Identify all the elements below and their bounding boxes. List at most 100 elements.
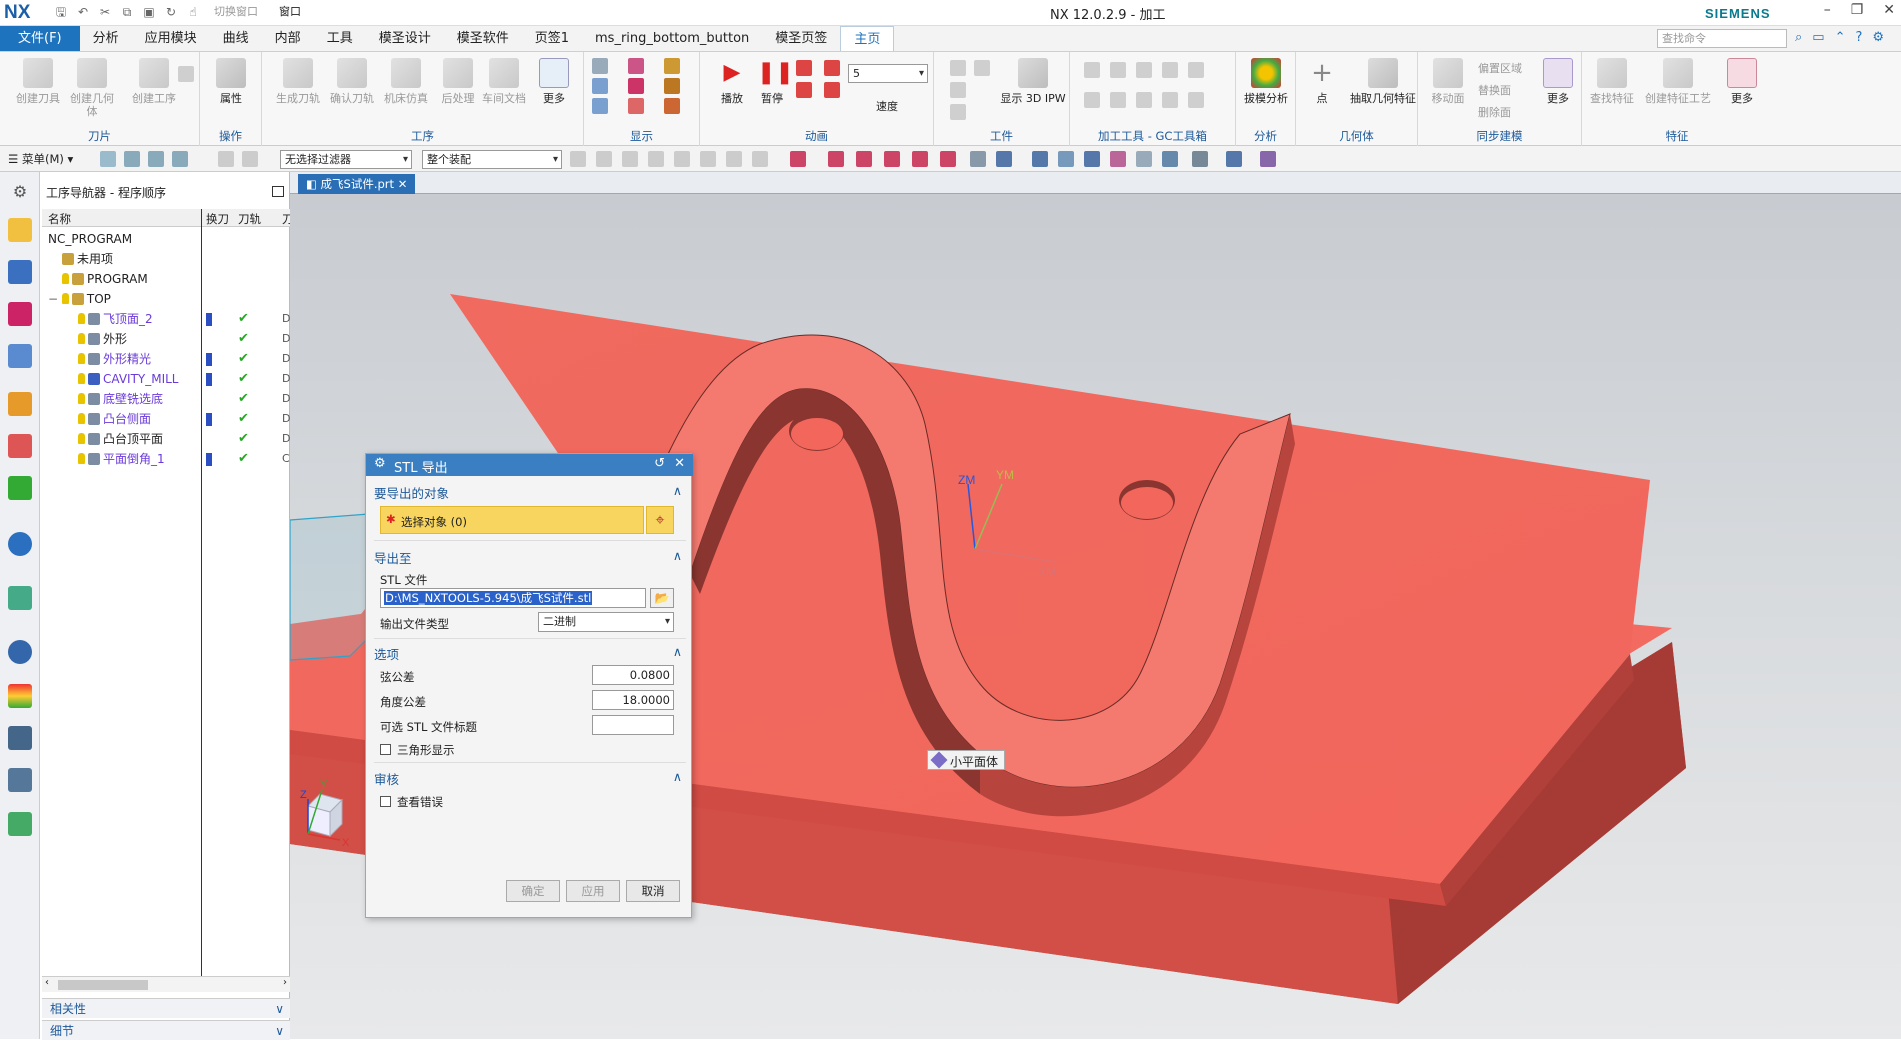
palette-icon[interactable] <box>8 684 32 708</box>
tree-row-op[interactable]: CAVITY_MILL ✔ D <box>42 369 290 389</box>
delete-face-button[interactable]: 删除面 <box>1478 104 1511 120</box>
triangle-display-checkbox[interactable] <box>380 744 391 755</box>
angle-tolerance-input[interactable]: 18.0000 <box>592 690 674 710</box>
view-icon-4[interactable] <box>1058 151 1074 167</box>
step-last-icon[interactable] <box>824 82 840 98</box>
section-check-header[interactable]: 审核 <box>374 769 686 788</box>
gc-icon-5[interactable] <box>1188 62 1204 78</box>
display-icon-6[interactable] <box>628 98 644 114</box>
tree-row-op[interactable]: 外形精光 ✔ D <box>42 349 290 369</box>
output-type-select[interactable]: 二进制 <box>538 612 674 632</box>
menu-file[interactable]: 文件(F) <box>0 26 80 51</box>
view-icon-8[interactable] <box>1162 151 1178 167</box>
process-studio-icon[interactable] <box>8 726 32 750</box>
tree-row-op[interactable]: 底壁铣选底 ✔ D <box>42 389 290 409</box>
view-icon-2[interactable] <box>996 151 1012 167</box>
geometry-view-icon[interactable] <box>8 344 32 368</box>
display-icon-8[interactable] <box>664 78 680 94</box>
snap-icon-12[interactable] <box>884 151 900 167</box>
type-filter-select[interactable]: 无选择过滤器 <box>280 150 412 169</box>
copy-icon[interactable]: ⧉ <box>118 3 136 21</box>
pause-button[interactable]: ❚❚ 暂停 <box>746 58 798 105</box>
reset-icon[interactable]: ↺ <box>654 456 665 471</box>
gc-icon-3[interactable] <box>1136 62 1152 78</box>
constraint-navigator-icon[interactable] <box>8 434 32 458</box>
program-order-view-icon[interactable] <box>8 260 32 284</box>
move-face-button[interactable]: 移动面 <box>1422 58 1474 105</box>
step-back-icon[interactable] <box>796 60 812 76</box>
tree-row-op[interactable]: 凸台顶平面 ✔ D <box>42 429 290 449</box>
snap-icon-13[interactable] <box>912 151 928 167</box>
paste-icon[interactable]: ▣ <box>140 3 158 21</box>
view-icon-9[interactable] <box>1192 151 1208 167</box>
select-icon-3[interactable] <box>148 151 164 167</box>
snap-icon-1[interactable] <box>570 151 586 167</box>
more-process-button[interactable]: 更多 <box>528 58 580 105</box>
command-search-input[interactable]: 查找命令 <box>1657 29 1787 48</box>
snap-icon-7[interactable] <box>726 151 742 167</box>
snap-icon-3[interactable] <box>622 151 638 167</box>
settings-icon[interactable]: ⚙ <box>8 180 32 204</box>
view-icon-11[interactable] <box>1260 151 1276 167</box>
select-icon-6[interactable] <box>242 151 258 167</box>
view-icon-3[interactable] <box>1032 151 1048 167</box>
accordion-details[interactable]: 细节 <box>42 1020 290 1041</box>
search-icon[interactable]: ⌕ <box>1795 30 1802 45</box>
stl-file-path-input[interactable]: D:\MS_NXTOOLS-5.945\成飞S试件.stl <box>380 588 646 608</box>
machine-sim-button[interactable]: 机床仿真 <box>380 58 432 105</box>
create-geometry-button[interactable]: 创建几何体 <box>66 58 118 118</box>
view-icon-1[interactable] <box>970 151 986 167</box>
snap-icon-2[interactable] <box>596 151 612 167</box>
menu-mold-design[interactable]: 模圣设计 <box>366 26 444 51</box>
menu-mold-tab[interactable]: 模圣页签 <box>762 26 840 51</box>
workpiece-icon-4[interactable] <box>974 60 990 76</box>
display-icon-1[interactable] <box>592 58 608 74</box>
save-icon[interactable]: 🖫 <box>52 3 70 21</box>
machine-tool-view-icon[interactable] <box>8 218 32 242</box>
cancel-button[interactable]: 取消 <box>626 880 680 902</box>
menu-tools[interactable]: 工具 <box>314 26 366 51</box>
step-forward-icon[interactable] <box>824 60 840 76</box>
gc-icon-10[interactable] <box>1188 92 1204 108</box>
more-feature-button[interactable]: 更多 <box>1722 58 1762 105</box>
accordion-dependencies[interactable]: 相关性 <box>42 998 290 1019</box>
role-icon[interactable] <box>8 768 32 792</box>
speed-select[interactable]: 5 <box>848 64 928 83</box>
reuse-library-icon[interactable] <box>8 476 32 500</box>
create-feature-process-button[interactable]: 创建特征工艺 <box>1640 58 1716 105</box>
select-icon-4[interactable] <box>172 151 188 167</box>
display-icon-9[interactable] <box>664 98 680 114</box>
triangle-display-option[interactable]: 三角形显示 <box>380 742 455 758</box>
method-view-icon[interactable] <box>8 302 32 326</box>
gc-icon-2[interactable] <box>1110 62 1126 78</box>
crosshair-select-icon[interactable]: ⌖ <box>646 506 674 534</box>
replace-face-button[interactable]: 替换面 <box>1478 82 1511 98</box>
scroll-left-icon[interactable]: ‹ <box>45 977 49 988</box>
minimize-icon[interactable]: – <box>1824 2 1831 18</box>
view-icon-6[interactable] <box>1110 151 1126 167</box>
switch-window-button[interactable]: 切换窗口 <box>206 3 266 21</box>
workpiece-icon-3[interactable] <box>950 104 966 120</box>
window-icon[interactable]: ▭ <box>1812 30 1824 45</box>
web-browser-icon[interactable] <box>8 586 32 610</box>
settings-icon[interactable]: ⚙ <box>1872 30 1884 45</box>
snap-icon-10[interactable] <box>828 151 844 167</box>
snap-icon-4[interactable] <box>648 151 664 167</box>
gc-icon-7[interactable] <box>1110 92 1126 108</box>
view-icon-7[interactable] <box>1136 151 1152 167</box>
view-errors-option[interactable]: 查看错误 <box>380 794 443 810</box>
menu-home[interactable]: 主页 <box>840 26 895 51</box>
menu-curve[interactable]: 曲线 <box>210 26 262 51</box>
show-3d-ipw-button[interactable]: 显示 3D IPW <box>998 58 1068 105</box>
repeat-icon[interactable]: ↻ <box>162 3 180 21</box>
hd3d-icon[interactable] <box>8 532 32 556</box>
snap-icon-11[interactable] <box>856 151 872 167</box>
find-feature-button[interactable]: 查找特征 <box>1586 58 1638 105</box>
gc-icon-4[interactable] <box>1162 62 1178 78</box>
menu-analysis[interactable]: 分析 <box>80 26 132 51</box>
gc-icon-6[interactable] <box>1084 92 1100 108</box>
column-toolpath[interactable]: 刀轨 <box>238 211 261 227</box>
select-icon-5[interactable] <box>218 151 234 167</box>
attributes-button[interactable]: 属性 <box>205 58 257 105</box>
extract-geometry-button[interactable]: 抽取几何特征 <box>1348 58 1418 105</box>
